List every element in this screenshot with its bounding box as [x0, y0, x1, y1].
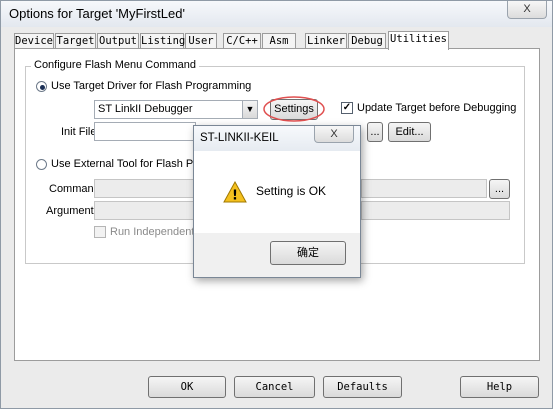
- dialog-close-button[interactable]: X: [314, 126, 354, 143]
- highlight-ellipse: [263, 96, 325, 122]
- cancel-button[interactable]: Cancel: [234, 376, 315, 398]
- title-bar: Options for Target 'MyFirstLed' X: [1, 1, 552, 27]
- command-input[interactable]: [94, 179, 194, 198]
- close-button[interactable]: X: [507, 1, 547, 19]
- edit-button[interactable]: Edit...: [388, 122, 431, 142]
- driver-select[interactable]: ST LinkII Debugger ▼: [94, 100, 258, 119]
- use-target-driver-radio[interactable]: [36, 81, 47, 92]
- group-legend: Configure Flash Menu Command: [31, 59, 200, 71]
- dialog-title-bar: ST-LINKII-KEIL X: [194, 126, 360, 151]
- arguments-input-right: [361, 201, 510, 220]
- tab-utilities[interactable]: Utilities: [388, 31, 449, 50]
- tab-linker[interactable]: Linker: [305, 33, 347, 49]
- command-input-right: [361, 179, 487, 198]
- defaults-button[interactable]: Defaults: [323, 376, 402, 398]
- chevron-down-icon[interactable]: ▼: [242, 101, 257, 118]
- warning-icon: !: [223, 181, 247, 203]
- checkmark-icon: ✓: [342, 102, 352, 113]
- dialog-message: Setting is OK: [256, 184, 327, 198]
- tab-debug[interactable]: Debug: [348, 33, 386, 49]
- tab-user[interactable]: User: [185, 33, 217, 49]
- message-dialog: ST-LINKII-KEIL X ! Setting is OK 确定: [193, 125, 361, 278]
- dialog-title: ST-LINKII-KEIL: [200, 132, 279, 144]
- svg-text:!: !: [232, 189, 238, 204]
- tab-device[interactable]: Device: [14, 33, 54, 49]
- run-independent-label: Run Independent: [110, 226, 195, 238]
- tab-listing[interactable]: Listing: [140, 33, 185, 49]
- init-file-input[interactable]: [94, 122, 196, 141]
- tab-output[interactable]: Output: [97, 33, 139, 49]
- arguments-input[interactable]: [94, 201, 194, 220]
- use-external-tool-radio[interactable]: [36, 159, 47, 170]
- dialog-ok-button[interactable]: 确定: [270, 241, 346, 265]
- command-browse-button[interactable]: ...: [489, 179, 510, 199]
- driver-select-value: ST LinkII Debugger: [98, 103, 193, 115]
- close-icon: X: [523, 3, 531, 15]
- close-icon: X: [330, 128, 338, 140]
- tab-target[interactable]: Target: [55, 33, 96, 49]
- ok-button[interactable]: OK: [148, 376, 226, 398]
- window-title: Options for Target 'MyFirstLed': [9, 6, 185, 21]
- tab-c-cpp[interactable]: C/C++: [223, 33, 261, 49]
- help-button[interactable]: Help: [460, 376, 539, 398]
- init-file-browse-button[interactable]: ...: [367, 122, 383, 142]
- run-independent-checkbox[interactable]: [94, 226, 106, 238]
- update-target-checkbox[interactable]: ✓: [341, 102, 353, 114]
- tab-asm[interactable]: Asm: [262, 33, 296, 49]
- update-target-label: Update Target before Debugging: [357, 102, 517, 114]
- use-target-driver-label: Use Target Driver for Flash Programming: [51, 80, 252, 92]
- radio-selected-dot: [40, 85, 45, 90]
